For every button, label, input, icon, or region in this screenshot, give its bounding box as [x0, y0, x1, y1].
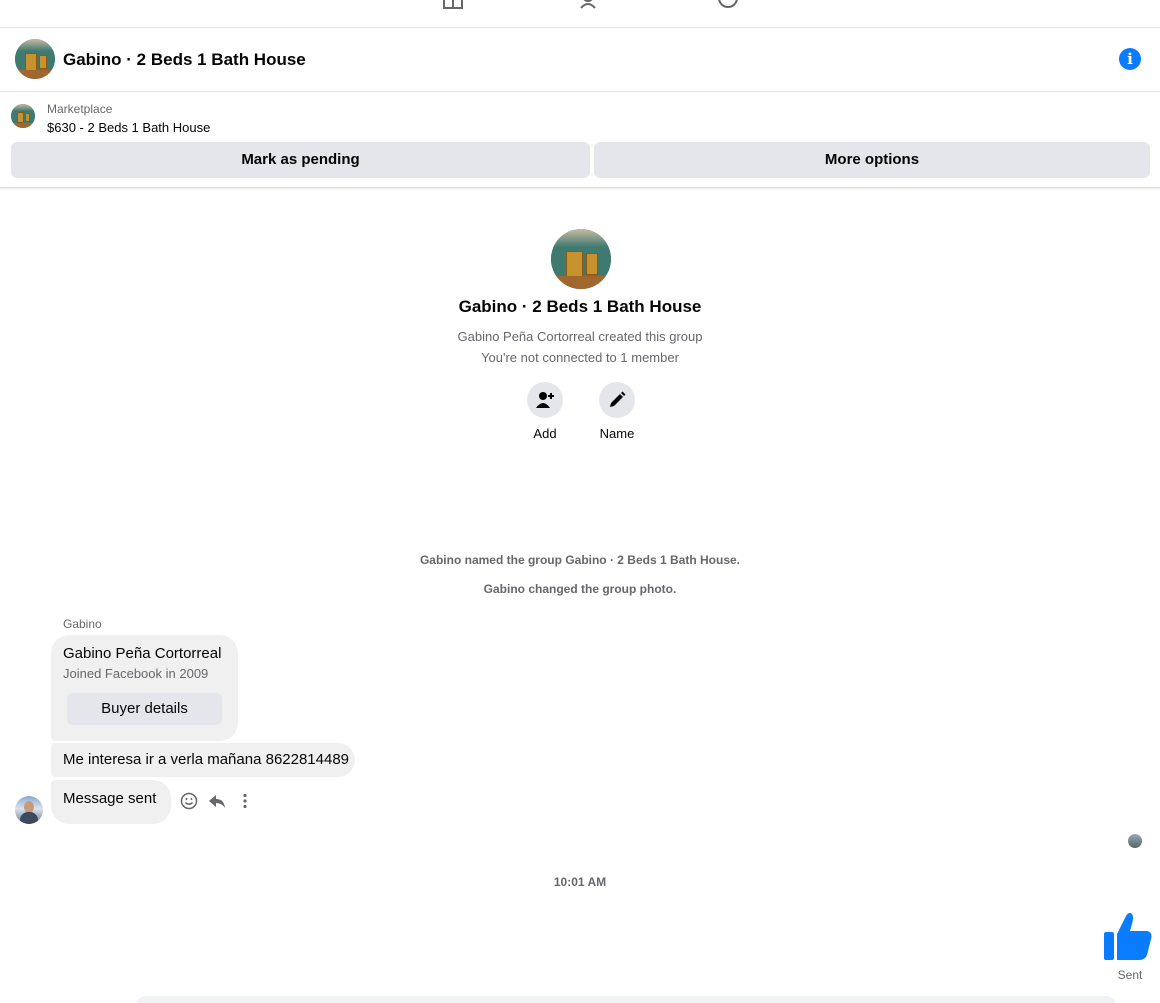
groups-nav-icon[interactable]: [716, 0, 740, 10]
buyer-joined-text: Joined Facebook in 2009: [63, 666, 209, 681]
mark-as-pending-button[interactable]: Mark as pending: [11, 142, 590, 178]
group-title: Gabino · 2 Beds 1 Bath House: [458, 297, 702, 316]
name-label: Name: [599, 426, 635, 441]
info-icon[interactable]: i: [1119, 48, 1141, 70]
marketplace-banner: Marketplace $630 - 2 Beds 1 Bath House M…: [0, 92, 1160, 188]
thumbs-up-like-icon[interactable]: [1102, 910, 1154, 962]
message-bubble[interactable]: Me interesa ir a verla mañana 8622814489: [51, 743, 355, 777]
add-label: Add: [533, 426, 557, 441]
react-smiley-icon[interactable]: [180, 792, 198, 810]
listing-thumbnail[interactable]: [11, 104, 35, 128]
name-group-action[interactable]: Name: [587, 382, 647, 441]
message-text: Me interesa ir a verla mañana 8622814489: [63, 751, 350, 768]
message-text: Message sent: [63, 790, 157, 807]
system-message: Gabino changed the group photo.: [483, 582, 677, 596]
group-created-text: Gabino Peña Cortorreal created this grou…: [457, 329, 703, 344]
more-vertical-icon[interactable]: [236, 792, 254, 810]
message-composer[interactable]: [136, 996, 1116, 1003]
conversation-title[interactable]: Gabino · 2 Beds 1 Bath House: [63, 50, 306, 70]
people-nav-icon[interactable]: [579, 0, 603, 10]
add-person-icon[interactable]: [527, 382, 563, 418]
more-options-button[interactable]: More options: [594, 142, 1150, 178]
marketplace-nav-icon[interactable]: [441, 0, 465, 10]
listing-title[interactable]: $630 - 2 Beds 1 Bath House: [47, 120, 210, 135]
pencil-icon[interactable]: [599, 382, 635, 418]
system-message: Gabino named the group Gabino · 2 Beds 1…: [419, 553, 741, 567]
message-actions: [180, 790, 254, 812]
seen-by-avatar: [1128, 834, 1142, 848]
buyer-details-button[interactable]: Buyer details: [67, 693, 222, 725]
message-timestamp: 10:01 AM: [553, 875, 607, 889]
conversation-header: Gabino · 2 Beds 1 Bath House i: [0, 28, 1160, 92]
marketplace-label: Marketplace: [47, 102, 113, 116]
sent-status: Sent: [1117, 968, 1143, 982]
top-nav: [0, 0, 1160, 28]
sender-name: Gabino: [63, 617, 102, 631]
sender-avatar[interactable]: [15, 796, 43, 824]
buyer-name[interactable]: Gabino Peña Cortorreal: [63, 645, 221, 662]
buyer-profile-card: Gabino Peña Cortorreal Joined Facebook i…: [51, 635, 238, 741]
group-photo: [551, 229, 611, 289]
reply-icon[interactable]: [208, 792, 226, 810]
add-member-action[interactable]: Add: [515, 382, 575, 441]
message-bubble[interactable]: Message sent: [51, 780, 171, 824]
messenger-window: Gabino · 2 Beds 1 Bath House i Marketpla…: [0, 0, 1160, 1003]
connection-text: You're not connected to 1 member: [481, 350, 679, 365]
group-avatar[interactable]: [15, 39, 55, 79]
